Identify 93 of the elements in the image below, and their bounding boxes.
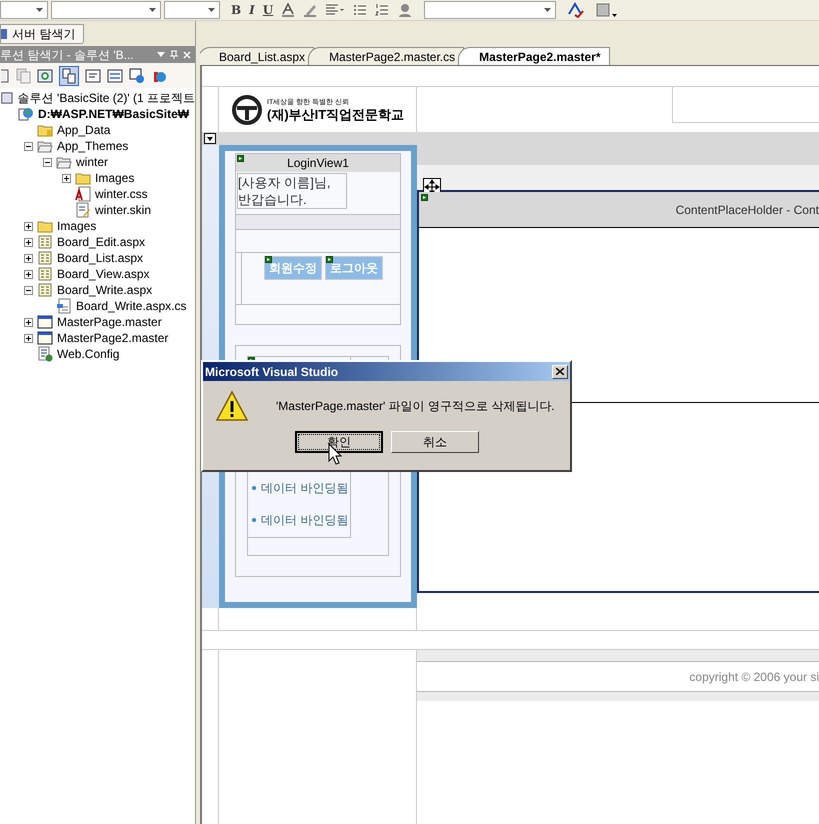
refresh-icon[interactable] [37,68,53,84]
format-button[interactable]: B [231,1,242,19]
expand-icon[interactable] [62,174,71,182]
tree-item[interactable]: D:₩ASP.NET₩BasicSite₩ [38,107,190,121]
tree-item[interactable]: Web.Config [57,347,120,361]
tree-item[interactable]: winter.skin [95,203,152,217]
caret-icon [149,8,156,12]
tree-item[interactable]: Board_Write.aspx [57,283,152,297]
tree-item[interactable]: Images [95,171,134,185]
format-button[interactable]: I [249,1,255,19]
server-icon [1,28,9,40]
document-pencil-icon [75,202,91,218]
nest-files-icon[interactable] [59,66,79,86]
smart-tag-icon [421,194,428,201]
tree-item[interactable]: App_Data [57,123,110,137]
greeting-text: [사용자 이름]님, 반갑습니다. [237,173,347,209]
list-item: 데이터 바인딩됨 [261,480,348,497]
numbered-list-icon[interactable] [375,3,390,17]
expand-icon[interactable] [24,254,33,262]
tree-item[interactable]: MasterPage2.master [57,331,168,345]
tree-item[interactable]: Board_View.aspx [57,267,150,281]
font-color-icon[interactable] [281,3,296,17]
align-icon[interactable] [325,3,346,17]
person-icon[interactable] [397,3,414,17]
expand-icon[interactable] [24,238,33,246]
expand-icon[interactable] [24,222,33,230]
caret-icon [544,8,552,12]
dialog-message: 'MasterPage.master' 파일이 영구적으로 삭제됩니다. [276,398,555,415]
copyright-text: copyright © 2006 your si [689,668,819,686]
view-code-icon[interactable] [85,68,101,84]
globe-icon [18,106,34,122]
bullet-icon [252,486,256,490]
page-icon [37,250,53,266]
placeholder-label: ContentPlaceHolder - Cont [676,202,819,218]
page-icon [37,282,53,298]
view-designer-icon[interactable] [107,68,123,84]
tree-item[interactable]: winter [76,155,108,169]
bullet-list-icon[interactable] [353,3,368,17]
document-tab[interactable]: MasterPage2.master* [458,47,610,65]
server-explorer-tab[interactable]: 서버 탐색기 [0,24,84,44]
tree-item[interactable]: MasterPage.master [57,315,162,329]
tree-item[interactable]: App_Themes [57,139,128,153]
document-tab[interactable]: Board_List.aspx [200,47,314,65]
dialog-button[interactable]: 취소 [391,431,479,453]
logo-name: (재)부산IT직업전문학교 [267,108,404,120]
highlighter-icon[interactable] [303,3,318,17]
caret-icon [208,8,215,12]
page-icon [37,266,53,282]
collapse-icon[interactable] [24,142,33,150]
caret-icon [36,8,43,12]
tree-item[interactable]: Board_Edit.aspx [57,235,146,249]
bullet-icon [252,518,256,522]
tree-item[interactable]: Board_List.aspx [57,251,144,265]
control-label: LoginView1 [287,155,349,172]
pin-icon[interactable] [170,50,178,59]
warning-icon [216,390,248,422]
smart-tag-icon [265,256,272,263]
expand-icon[interactable] [24,318,33,326]
config-file-icon [37,346,53,362]
tree-item[interactable]: Images [57,219,96,233]
expand-icon[interactable] [24,270,33,278]
close-button[interactable] [552,364,568,378]
window-icon [37,314,53,330]
document-tab[interactable]: MasterPage2.master.cs [308,47,464,65]
combo-box[interactable] [0,1,48,19]
panel-title: 루션 탐색기 - 솔루션 'B... [0,46,134,64]
collapse-icon[interactable] [43,158,52,166]
list-item: 데이터 바인딩됨 [261,512,348,529]
combo-box[interactable] [51,1,161,19]
tree-item[interactable]: Board_Write.aspx.cs [76,299,186,313]
code-file-icon [56,298,72,314]
copy-website-icon[interactable] [129,68,145,84]
expand-icon[interactable] [24,334,33,342]
properties-icon[interactable] [1,68,9,84]
smart-tag-icon [326,256,333,263]
tree-item[interactable]: winter.css [95,187,148,201]
stylesheet-icon [75,186,91,202]
toolbar-options-icon[interactable] [596,2,618,18]
format-button[interactable]: U [262,1,274,19]
combo-box[interactable] [164,1,220,19]
close-icon[interactable] [183,50,191,58]
window-icon [37,330,53,346]
dropdown-icon[interactable] [204,133,216,144]
dialog-button[interactable]: 확인 [295,431,383,453]
solution-icon [0,90,14,106]
dialog-title: Microsoft Visual Studio [205,364,338,380]
close-icon [556,368,564,375]
emblem-icon [231,94,263,126]
spellcheck-icon[interactable] [567,2,586,18]
page-icon [37,234,53,250]
tree-item[interactable]: 솔루션 'BasicSite (2)' (1 프로젝트 [18,91,195,105]
combo-box[interactable] [424,1,556,19]
collapse-icon[interactable] [24,286,33,294]
